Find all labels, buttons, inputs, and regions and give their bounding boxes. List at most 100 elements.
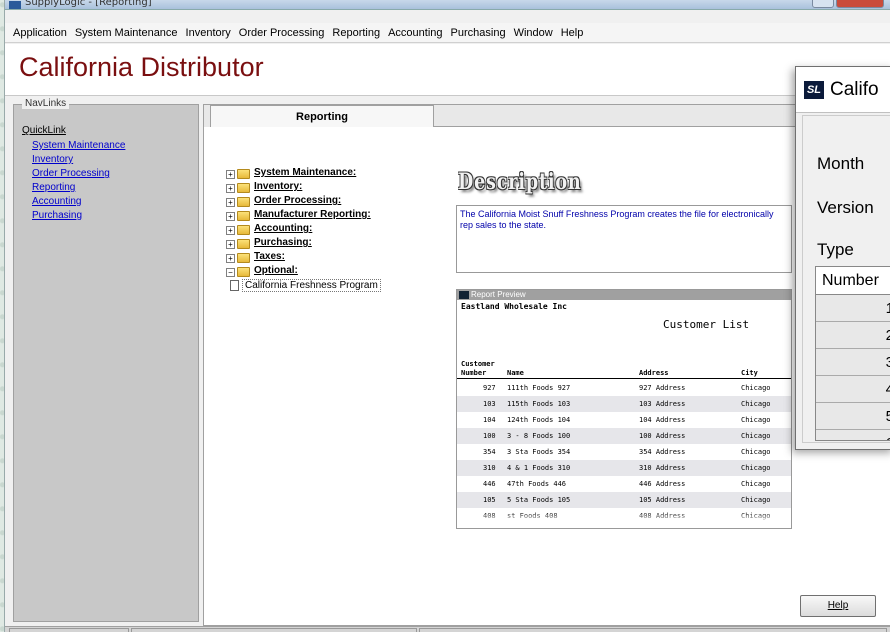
report-col-name: Name — [507, 369, 524, 377]
nav-link-accounting[interactable]: Accounting — [32, 195, 125, 209]
window-controls — [812, 0, 886, 8]
tree-node-label[interactable]: Inventory: — [254, 181, 302, 192]
table-cell: 115th Foods 103 — [507, 400, 571, 408]
expand-icon[interactable]: + — [226, 240, 235, 249]
tree-node[interactable]: + Accounting: — [226, 223, 312, 237]
table-cell: 100 — [483, 432, 496, 440]
company-title: California Distributor — [19, 52, 264, 82]
document-icon — [230, 280, 239, 291]
report-header-row: Number Name Address City — [457, 369, 791, 379]
app-window: SupplyLogic - [Reporting] Application Sy… — [4, 0, 890, 632]
tree-node[interactable]: + Taxes: — [226, 251, 285, 265]
expand-icon[interactable]: + — [226, 170, 235, 179]
expand-icon[interactable]: + — [226, 198, 235, 207]
table-cell: 927 — [483, 384, 496, 392]
tree-leaf-california-freshness[interactable]: California Freshness Program — [242, 279, 381, 292]
menu-bar: Application System Maintenance Inventory… — [5, 23, 890, 43]
table-cell: 354 — [483, 448, 496, 456]
tree-node[interactable]: − Optional: — [226, 265, 298, 279]
menu-order-processing[interactable]: Order Processing — [235, 27, 329, 39]
table-row: 103 115th Foods 103 103 Address Chicago — [457, 396, 791, 412]
report-preview-titlebar: Report Preview — [457, 290, 791, 300]
report-company: Eastland Wholesale Inc — [461, 302, 567, 311]
table-cell: 3 Sta Foods 354 — [507, 448, 571, 456]
tree-node-label[interactable]: Taxes: — [254, 251, 285, 262]
table-row: 100 3 - 8 Foods 100 100 Address Chicago — [457, 428, 791, 444]
number-column-header[interactable]: Number — [816, 267, 890, 295]
tree-node-label[interactable]: Manufacturer Reporting: — [254, 209, 371, 220]
close-button[interactable] — [836, 0, 884, 8]
tree-node[interactable]: + System Maintenance: — [226, 167, 356, 181]
nav-link-reporting[interactable]: Reporting — [32, 181, 125, 195]
expand-icon[interactable]: + — [226, 184, 235, 193]
menu-help[interactable]: Help — [557, 27, 588, 39]
expand-icon[interactable]: + — [226, 226, 235, 235]
table-row[interactable]: 5 — [816, 403, 890, 430]
folder-icon — [237, 239, 250, 249]
menu-application[interactable]: Application — [9, 27, 71, 39]
tree-node-label[interactable]: Accounting: — [254, 223, 312, 234]
report-col-number: Number — [461, 369, 487, 377]
main-content: Reporting + System Maintenance: + Invent… — [203, 104, 890, 626]
quicklink-heading[interactable]: QuickLink — [22, 125, 66, 136]
nav-link-order-processing[interactable]: Order Processing — [32, 167, 125, 181]
table-row: 104 124th Foods 104 104 Address Chicago — [457, 412, 791, 428]
menu-purchasing[interactable]: Purchasing — [447, 27, 510, 39]
menu-accounting[interactable]: Accounting — [384, 27, 446, 39]
report-column-group: Customer — [461, 360, 495, 368]
overlay-titlebar: SL Califo — [796, 67, 890, 113]
collapse-icon[interactable]: − — [226, 268, 235, 277]
table-cell: Chicago — [741, 496, 771, 504]
table-cell: 354 Address — [639, 448, 686, 456]
minimize-button[interactable] — [812, 0, 834, 8]
table-cell: Chicago — [741, 384, 771, 392]
nav-link-system-maintenance[interactable]: System Maintenance — [32, 139, 125, 153]
tree-node[interactable]: + Manufacturer Reporting: — [226, 209, 371, 223]
nav-panel: NavLinks QuickLink System Maintenance In… — [13, 98, 199, 622]
expand-icon[interactable]: + — [226, 212, 235, 221]
table-row: 927 111th Foods 927 927 Address Chicago — [457, 380, 791, 396]
table-row[interactable]: 3 — [816, 349, 890, 376]
table-cell: 310 — [483, 464, 496, 472]
expand-icon[interactable]: + — [226, 254, 235, 263]
tree-node-label[interactable]: Order Processing: — [254, 195, 341, 206]
status-segment — [419, 628, 887, 632]
table-row[interactable]: 4 — [816, 376, 890, 403]
report-preview-title: Report Preview — [471, 290, 526, 299]
nav-link-purchasing[interactable]: Purchasing — [32, 209, 125, 223]
header-band: California Distributor — [5, 44, 890, 96]
menu-system-maintenance[interactable]: System Maintenance — [71, 27, 182, 39]
help-button[interactable]: Help — [800, 595, 876, 617]
nav-legend: NavLinks — [22, 98, 70, 109]
folder-icon — [237, 169, 250, 179]
table-cell: Chicago — [741, 416, 771, 424]
table-cell: 5 Sta Foods 105 — [507, 496, 571, 504]
folder-icon — [237, 253, 250, 263]
tree-node-label[interactable]: Purchasing: — [254, 237, 312, 248]
menu-inventory[interactable]: Inventory — [182, 27, 235, 39]
tree-node[interactable]: + Inventory: — [226, 181, 302, 195]
tree-node-label[interactable]: System Maintenance: — [254, 167, 356, 178]
table-row[interactable]: 1 — [816, 295, 890, 322]
overlay-number-table: Number 1 2 3 4 5 6 — [815, 266, 890, 441]
folder-icon — [237, 211, 250, 221]
table-cell: 104 — [483, 416, 496, 424]
nav-link-inventory[interactable]: Inventory — [32, 153, 125, 167]
tree-node[interactable]: + Purchasing: — [226, 237, 312, 251]
table-cell: 103 — [483, 400, 496, 408]
table-cell: 124th Foods 104 — [507, 416, 571, 424]
tree-node[interactable]: + Order Processing: — [226, 195, 341, 209]
table-row[interactable]: 2 — [816, 322, 890, 349]
report-rows: 927 111th Foods 927 927 Address Chicago 103 1… — [457, 380, 791, 524]
tree-node-label[interactable]: Optional: — [254, 265, 298, 276]
tab-reporting[interactable]: Reporting — [210, 105, 434, 127]
help-button-label: Help — [827, 600, 849, 611]
folder-icon — [237, 197, 250, 207]
table-cell: 446 — [483, 480, 496, 488]
report-tree: + System Maintenance: + Inventory: + Ord… — [226, 167, 381, 293]
table-row: 1055 Sta Foods 105105 AddressChicagoIL — [457, 492, 791, 508]
menu-window[interactable]: Window — [510, 27, 557, 39]
table-row[interactable]: 6 — [816, 430, 890, 440]
table-cell: 4 & 1 Foods 310 — [507, 464, 571, 472]
menu-reporting[interactable]: Reporting — [328, 27, 384, 39]
